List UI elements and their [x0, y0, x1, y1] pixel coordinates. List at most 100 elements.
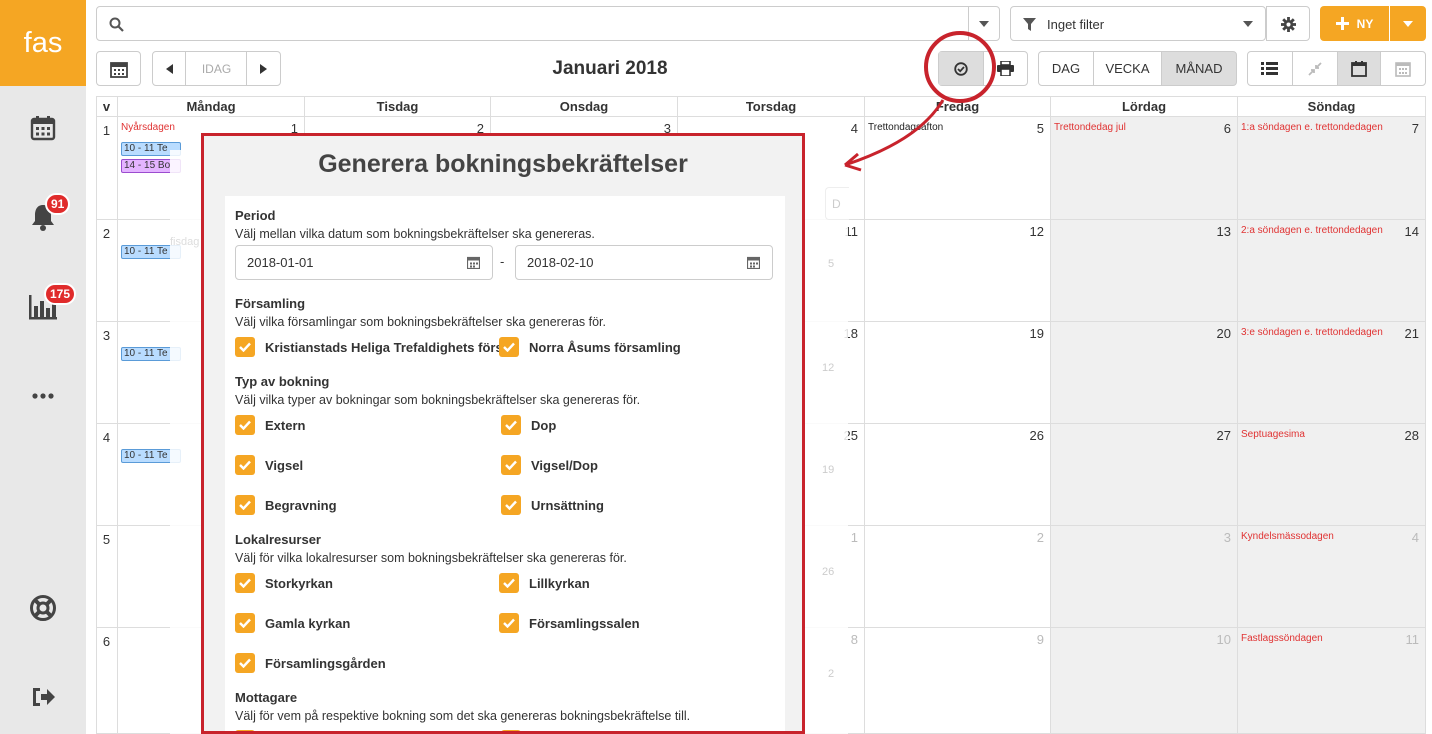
list-icon	[1261, 62, 1279, 75]
day-cell[interactable]: 26	[865, 424, 1051, 526]
parish-checkbox[interactable]: Kristianstads Heliga Trefaldighets försa…	[235, 337, 503, 357]
checkbox-checked-icon	[235, 495, 255, 515]
resource-checkbox[interactable]: Lillkyrkan	[499, 573, 590, 593]
recipient-checkbox[interactable]	[501, 730, 521, 731]
parish-description: Välj vilka församlingar som bokningsbekr…	[235, 315, 607, 329]
ghost-text: 12	[822, 362, 835, 374]
dialog-body: Period Välj mellan vilka datum som bokni…	[225, 196, 785, 731]
holiday-label: 3:e söndagen e. trettondedagen	[1241, 327, 1383, 338]
logout-icon[interactable]	[23, 677, 63, 717]
list-view-button[interactable]	[1248, 52, 1293, 85]
week-number-header: v	[96, 96, 118, 117]
search-dropdown-button[interactable]	[968, 7, 999, 40]
generate-confirmations-button[interactable]	[939, 52, 984, 85]
weekday-header: Fredag	[865, 96, 1051, 117]
day-cell[interactable]: 3:e söndagen e. trettondedagen 21	[1238, 322, 1426, 424]
day-cell[interactable]: 20	[1051, 322, 1238, 424]
day-cell[interactable]: Fastlagssöndagen 11	[1238, 628, 1426, 734]
checkbox-checked-icon	[499, 573, 519, 593]
day-number: 3	[1223, 530, 1231, 545]
day-cell[interactable]: 27	[1051, 424, 1238, 526]
parish-checkbox[interactable]: Norra Åsums församling	[499, 337, 681, 357]
weekday-header: Måndag	[118, 96, 305, 117]
day-number: 12	[1029, 224, 1044, 239]
booking-type-checkbox[interactable]: Vigsel	[235, 455, 303, 475]
view-day-button[interactable]: DAG	[1038, 51, 1094, 86]
filter-settings-button[interactable]	[1266, 6, 1310, 41]
period-to-input[interactable]: 2018-02-10	[515, 245, 773, 280]
week-number: 5	[96, 526, 118, 628]
day-cell[interactable]: 2:a söndagen e. trettondedagen 14	[1238, 220, 1426, 322]
new-button-label: NY	[1356, 16, 1374, 31]
gear-icon	[1281, 17, 1296, 32]
day-cell[interactable]: 12	[865, 220, 1051, 322]
day-cell[interactable]: 19	[865, 322, 1051, 424]
recipient-checkbox[interactable]	[235, 730, 255, 731]
dialog-title: Generera bokningsbekräftelser	[318, 150, 688, 178]
checkbox-label: Församlingsgården	[265, 655, 386, 671]
day-number: 1	[850, 530, 858, 545]
calendar-icon[interactable]	[23, 108, 63, 148]
resource-checkbox[interactable]: Församlingssalen	[499, 613, 640, 633]
compress-button[interactable]	[1293, 52, 1338, 85]
new-button[interactable]: NY	[1320, 6, 1389, 41]
app-logo[interactable]: fas	[0, 0, 86, 86]
resource-checkbox[interactable]: Storkyrkan	[235, 573, 333, 593]
checkbox-label: Vigsel	[265, 457, 304, 473]
day-cell[interactable]: 9	[865, 628, 1051, 734]
caret-down-icon	[1403, 20, 1413, 27]
view-month-button[interactable]: MÅNAD	[1161, 51, 1237, 86]
day-number: 27	[1216, 428, 1231, 443]
day-cell[interactable]: 13	[1051, 220, 1238, 322]
booking-type-checkbox[interactable]: Dop	[501, 415, 556, 435]
day-number: 8	[850, 632, 858, 647]
resources-description: Välj för vilka lokalresurser som bokning…	[235, 551, 627, 565]
ghost-text: 26	[822, 566, 835, 578]
week-number: 3	[96, 322, 118, 424]
day-cell[interactable]: Septuagesima 28	[1238, 424, 1426, 526]
booking-type-checkbox[interactable]: Urnsättning	[501, 495, 604, 515]
prev-button[interactable]	[153, 52, 186, 85]
day-cell[interactable]: Trettondagsafton 5	[865, 117, 1051, 220]
booking-type-heading: Typ av bokning	[235, 374, 330, 389]
booking-type-checkbox[interactable]: Extern	[235, 415, 305, 435]
resource-checkbox[interactable]: Gamla kyrkan	[235, 613, 350, 633]
period-from-value: 2018-01-01	[247, 255, 314, 270]
checkbox-label: Lillkyrkan	[529, 575, 590, 591]
holiday-label: 2:a söndagen e. trettondedagen	[1241, 225, 1383, 236]
resources-heading: Lokalresurser	[235, 532, 321, 547]
booking-type-checkbox[interactable]: Begravning	[235, 495, 337, 515]
view-week-button[interactable]: VECKA	[1093, 51, 1162, 86]
day-cell[interactable]: 1:a söndagen e. trettondedagen 7	[1238, 117, 1426, 220]
day-cell[interactable]: Kyndelsmässodagen 4	[1238, 526, 1426, 628]
calendar-grid-view-button[interactable]	[1381, 52, 1425, 85]
filter-select[interactable]: Inget filter	[1010, 6, 1266, 41]
lifebuoy-icon[interactable]	[23, 588, 63, 628]
more-icon[interactable]	[23, 376, 63, 416]
weekday-header: Söndag	[1238, 96, 1426, 117]
caret-down-icon	[1243, 21, 1253, 27]
period-from-input[interactable]: 2018-01-01	[235, 245, 493, 280]
calendar-view-button[interactable]	[1337, 52, 1382, 85]
layout-group	[1247, 51, 1426, 86]
booking-type-checkbox[interactable]: Vigsel/Dop	[501, 455, 598, 475]
caret-left-icon	[165, 63, 173, 74]
ghost-text: 19	[822, 464, 835, 476]
resource-checkbox[interactable]: Församlingsgården	[235, 653, 386, 673]
datepicker-button[interactable]	[96, 51, 141, 86]
day-number: 14	[1404, 224, 1419, 239]
search-input[interactable]	[96, 6, 1000, 41]
day-cell[interactable]: Trettondedag jul 6	[1051, 117, 1238, 220]
today-button[interactable]: IDAG	[186, 52, 247, 85]
filter-label: Inget filter	[1047, 17, 1105, 32]
next-button[interactable]	[246, 52, 280, 85]
calendar-grid-icon	[1395, 61, 1411, 77]
new-dropdown-button[interactable]	[1390, 6, 1426, 41]
print-button[interactable]	[984, 52, 1028, 85]
booking-type-description: Välj vilka typer av bokningar som boknin…	[235, 393, 641, 407]
checkbox-label: Kristianstads Heliga Trefaldighets försa…	[265, 339, 503, 355]
day-cell[interactable]: 2	[865, 526, 1051, 628]
day-cell[interactable]: 3	[1051, 526, 1238, 628]
day-cell[interactable]: 10	[1051, 628, 1238, 734]
action-group	[938, 51, 1028, 86]
